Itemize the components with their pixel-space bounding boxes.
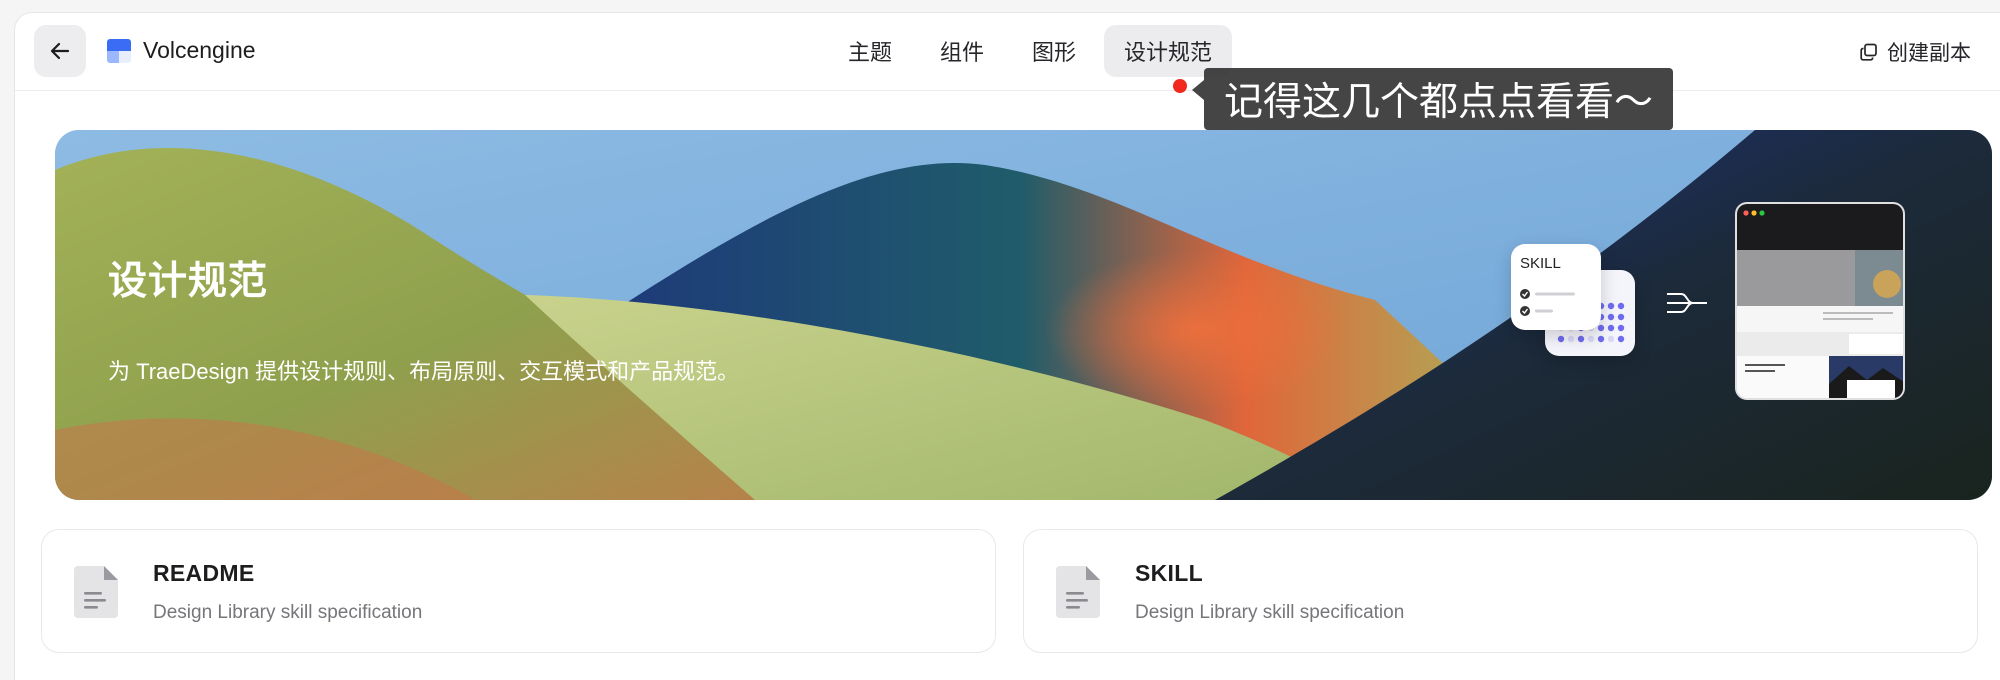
card-description: Design Library skill specification [153, 602, 423, 623]
app-frame: Volcengine 主题 组件 图形 设计规范 创建副本 设计规范 为 Tra… [14, 12, 2000, 680]
create-copy-label: 创建副本 [1887, 42, 1971, 65]
preview-window-thumbnail [1735, 202, 1905, 400]
top-header: Volcengine 主题 组件 图形 设计规范 创建副本 [15, 13, 2000, 91]
hero-description: 为 TraeDesign 提供设计规则、布局原则、交互模式和产品规范。 [108, 359, 740, 384]
brand-name: Volcengine [143, 37, 256, 63]
document-icon [1056, 566, 1100, 618]
card-title: SKILL [1135, 560, 1203, 586]
hero-title: 设计规范 [108, 260, 269, 303]
brand-logo-icon [107, 38, 131, 63]
skill-card[interactable]: SKILL Design Library skill specification [1023, 529, 1978, 653]
brand[interactable]: Volcengine [107, 37, 256, 64]
card-title: README [153, 560, 255, 586]
tooltip-indicator-dot [1173, 79, 1187, 93]
tooltip: 记得这几个都点点看看～ [1191, 68, 1674, 130]
readme-card[interactable]: README Design Library skill specificatio… [41, 529, 996, 653]
create-copy-button[interactable]: 创建副本 [1859, 37, 1971, 67]
flow-arrow-icon [1667, 293, 1707, 313]
document-icon [74, 566, 118, 618]
hero-banner: 设计规范 为 TraeDesign 提供设计规则、布局原则、交互模式和产品规范。… [55, 130, 1992, 500]
card-description: Design Library skill specification [1135, 602, 1405, 623]
back-button[interactable] [34, 25, 86, 77]
skill-checklist-card: SKILL [1511, 244, 1601, 330]
arrow-left-icon [50, 42, 70, 60]
nav-item-theme[interactable]: 主题 [828, 25, 912, 77]
top-nav: 主题 组件 图形 设计规范 [828, 25, 1233, 77]
copy-icon [1860, 43, 1877, 61]
nav-item-components[interactable]: 组件 [920, 25, 1004, 77]
nav-item-graphics[interactable]: 图形 [1012, 25, 1096, 77]
